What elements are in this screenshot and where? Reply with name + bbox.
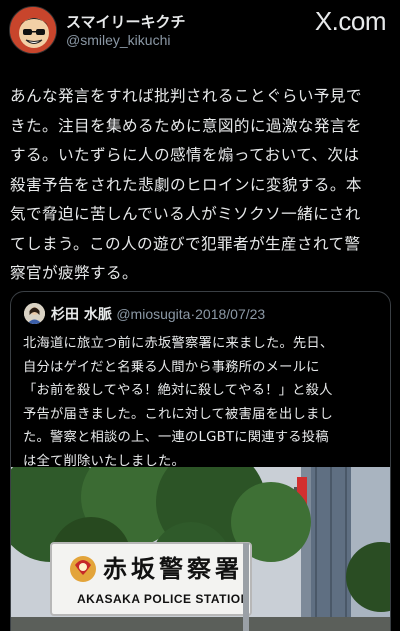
sign-kanji: 赤坂警察署 [103, 555, 243, 583]
quoted-line: 「お前を殺してやる！絶対に殺してやる！」と殺人 [23, 383, 333, 398]
tweet-line: する。いたずらに人の感情を煽っておいて、次は [10, 146, 360, 164]
quoted-author-handle[interactable]: @miosugita [116, 306, 190, 322]
quoted-line: 予告が届きました。これに対して被害届を出しまし [23, 406, 334, 422]
tweet-line: 気で脅迫に苦しんでいる人がミソクソ一緒にされ [10, 205, 361, 223]
quoted-author-avatar[interactable] [24, 303, 45, 324]
quoted-photo[interactable]: 赤坂警察署 AKASAKA POLICE STATION [11, 467, 390, 631]
author-handle[interactable]: @smiley_kikuchi [66, 32, 170, 48]
tweet-line: あんな発言をすれば批判されることぐらい予見で [10, 87, 362, 105]
post-header: スマイリーキクチ @smiley_kikuchi X.com [0, 0, 400, 70]
tweet-line: 殺害予告をされた悲劇のヒロインに変貌する。本 [10, 175, 362, 194]
tweet-line: 察官が疲弊する。 [10, 264, 138, 282]
quoted-meta: 杉田 水脈 @miosugita·2018/07/23 [51, 304, 265, 324]
quoted-body: 北海道に旅立つ前に赤坂警察署に来ました。先日、 自分はゲイだと名乗る人間から事務… [23, 332, 383, 473]
brand-text: X.com [314, 6, 387, 36]
quoted-author-name[interactable]: 杉田 水脈 [51, 307, 112, 323]
quoted-line: た。警察と相談の上、一連のLGBTに関連する投稿 [23, 430, 329, 445]
tweet-line: てしまう。この人の遊びで犯罪者が生産されて警 [10, 234, 361, 253]
author-avatar[interactable] [9, 6, 57, 54]
tweet-line: きた。注目を集めるために意図的に過激な発言を [10, 116, 362, 135]
author-display-name[interactable]: スマイリーキクチ [66, 11, 186, 32]
quoted-date[interactable]: 2018/07/23 [195, 306, 265, 322]
tweet-body: あんな発言をすれば批判されることぐらい予見で きた。注目を集めるために意図的に過… [10, 82, 392, 289]
x-logo: X.com [314, 6, 387, 37]
quoted-tweet[interactable]: 杉田 水脈 @miosugita·2018/07/23 北海道に旅立つ前に赤坂警… [10, 291, 391, 631]
sign-romaji: AKASAKA POLICE STATION [77, 592, 250, 606]
quoted-line: 自分はゲイだと名乗る人間から事務所のメールに [23, 359, 320, 375]
quoted-line: 北海道に旅立つ前に赤坂警察署に来ました。先日、 [23, 336, 334, 351]
